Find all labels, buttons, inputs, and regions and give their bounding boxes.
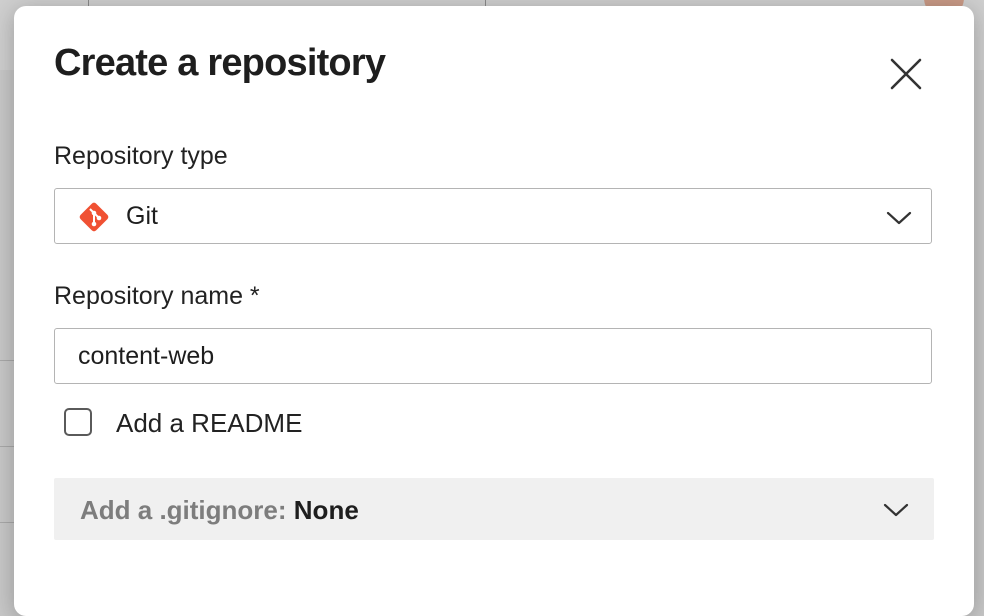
close-icon bbox=[890, 58, 922, 90]
gitignore-label: Add a .gitignore: None bbox=[80, 495, 359, 526]
repository-name-label: Repository name * bbox=[54, 282, 260, 310]
gitignore-select[interactable]: Add a .gitignore: None bbox=[54, 478, 934, 540]
add-readme-checkbox[interactable] bbox=[64, 408, 92, 436]
create-repository-dialog: Create a repository Repository type Git … bbox=[14, 6, 974, 616]
repository-type-label: Repository type bbox=[54, 142, 228, 170]
gitignore-value: None bbox=[293, 495, 359, 525]
close-button[interactable] bbox=[886, 54, 926, 94]
add-readme-label[interactable]: Add a README bbox=[116, 408, 302, 439]
chevron-down-icon bbox=[886, 211, 912, 225]
git-icon bbox=[79, 202, 109, 232]
repository-type-value: Git bbox=[126, 202, 158, 230]
repository-name-input[interactable]: content-web bbox=[54, 328, 932, 384]
repository-type-select[interactable]: Git bbox=[54, 188, 932, 244]
chevron-down-icon bbox=[883, 503, 909, 517]
background-row-divider bbox=[0, 446, 14, 447]
dialog-title: Create a repository bbox=[54, 42, 386, 84]
gitignore-label-text: Add a .gitignore: bbox=[80, 495, 287, 525]
background-row-divider bbox=[0, 522, 14, 523]
background-row-divider bbox=[0, 360, 14, 361]
repository-name-value: content-web bbox=[78, 342, 215, 370]
